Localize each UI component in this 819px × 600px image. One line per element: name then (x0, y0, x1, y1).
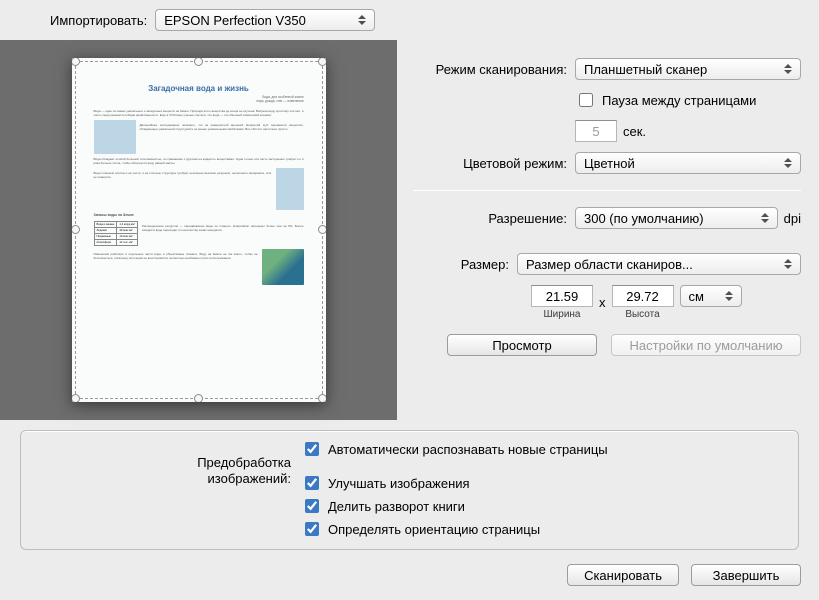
updown-arrows-icon (784, 254, 794, 274)
preprocessing-group: Предобработкаизображений: Автоматически … (20, 430, 799, 550)
import-source-value: EPSON Perfection V350 (164, 13, 306, 28)
auto-detect-row[interactable]: Автоматически распознавать новые страниц… (301, 439, 608, 459)
enhance-row[interactable]: Улучшать изображения (301, 473, 608, 493)
updown-arrows-icon (761, 208, 771, 228)
detect-orientation-checkbox[interactable] (305, 522, 319, 536)
enhance-label: Улучшать изображения (328, 476, 470, 491)
height-input[interactable] (612, 285, 674, 307)
pause-seconds-input (575, 120, 617, 142)
size-label: Размер: (413, 257, 517, 272)
updown-arrows-icon (358, 10, 368, 30)
split-spread-checkbox[interactable] (305, 499, 319, 513)
resize-handle-bc[interactable] (194, 394, 203, 402)
crop-selection[interactable] (75, 61, 323, 399)
resolution-value: 300 (по умолчанию) (584, 211, 704, 226)
import-source-label: Импортировать: (50, 13, 147, 28)
resize-handle-tc[interactable] (194, 58, 203, 66)
detect-orientation-row[interactable]: Определять ориентацию страницы (301, 519, 608, 539)
size-select[interactable]: Размер области сканиров... (517, 253, 801, 275)
scan-mode-value: Планшетный сканер (584, 62, 707, 77)
pause-between-pages-checkbox[interactable] (579, 93, 593, 107)
resize-handle-tl[interactable] (72, 58, 80, 66)
import-source-select[interactable]: EPSON Perfection V350 (155, 9, 375, 31)
resize-handle-ml[interactable] (72, 225, 80, 234)
resize-handle-bl[interactable] (72, 394, 80, 402)
split-spread-row[interactable]: Делить разворот книги (301, 496, 608, 516)
resize-handle-tr[interactable] (318, 58, 326, 66)
scanned-page-preview: Загадочная вода и жизнь Вода, для особен… (72, 58, 326, 402)
updown-arrows-icon (784, 153, 794, 173)
resolution-select[interactable]: 300 (по умолчанию) (575, 207, 778, 229)
width-sublabel: Ширина (544, 309, 581, 320)
footer-bar: Сканировать Завершить (0, 558, 819, 600)
preprocessing-label: Предобработкаизображений: (31, 439, 301, 539)
preview-button[interactable]: Просмотр (447, 334, 597, 356)
size-value: Размер области сканиров... (526, 257, 693, 272)
finish-button[interactable]: Завершить (691, 564, 801, 586)
scan-button[interactable]: Сканировать (567, 564, 679, 586)
color-mode-value: Цветной (584, 156, 635, 171)
resize-handle-mr[interactable] (318, 225, 326, 234)
defaults-button: Настройки по умолчанию (611, 334, 801, 356)
resize-handle-br[interactable] (318, 394, 326, 402)
split-spread-label: Делить разворот книги (328, 499, 465, 514)
pause-between-pages-label: Пауза между страницами (602, 93, 756, 108)
detect-orientation-label: Определять ориентацию страницы (328, 522, 540, 537)
color-mode-label: Цветовой режим: (413, 156, 575, 171)
section-divider (413, 190, 801, 191)
updown-arrows-icon (784, 59, 794, 79)
pause-unit-label: сек. (623, 124, 646, 139)
color-mode-select[interactable]: Цветной (575, 152, 801, 174)
unit-select[interactable]: см (680, 285, 742, 307)
settings-pane: Режим сканирования: Планшетный сканер Па… (397, 40, 819, 420)
auto-detect-checkbox[interactable] (305, 442, 319, 456)
scan-mode-label: Режим сканирования: (413, 62, 575, 77)
scan-mode-select[interactable]: Планшетный сканер (575, 58, 801, 80)
enhance-checkbox[interactable] (305, 476, 319, 490)
unit-value: см (689, 289, 704, 304)
preview-pane[interactable]: Загадочная вода и жизнь Вода, для особен… (0, 40, 397, 420)
resolution-unit-label: dpi (784, 211, 801, 226)
width-input[interactable] (531, 285, 593, 307)
resolution-label: Разрешение: (413, 211, 575, 226)
auto-detect-label: Автоматически распознавать новые страниц… (328, 442, 608, 457)
dimension-separator: x (599, 295, 606, 310)
height-sublabel: Высота (625, 309, 659, 320)
updown-arrows-icon (725, 286, 735, 306)
